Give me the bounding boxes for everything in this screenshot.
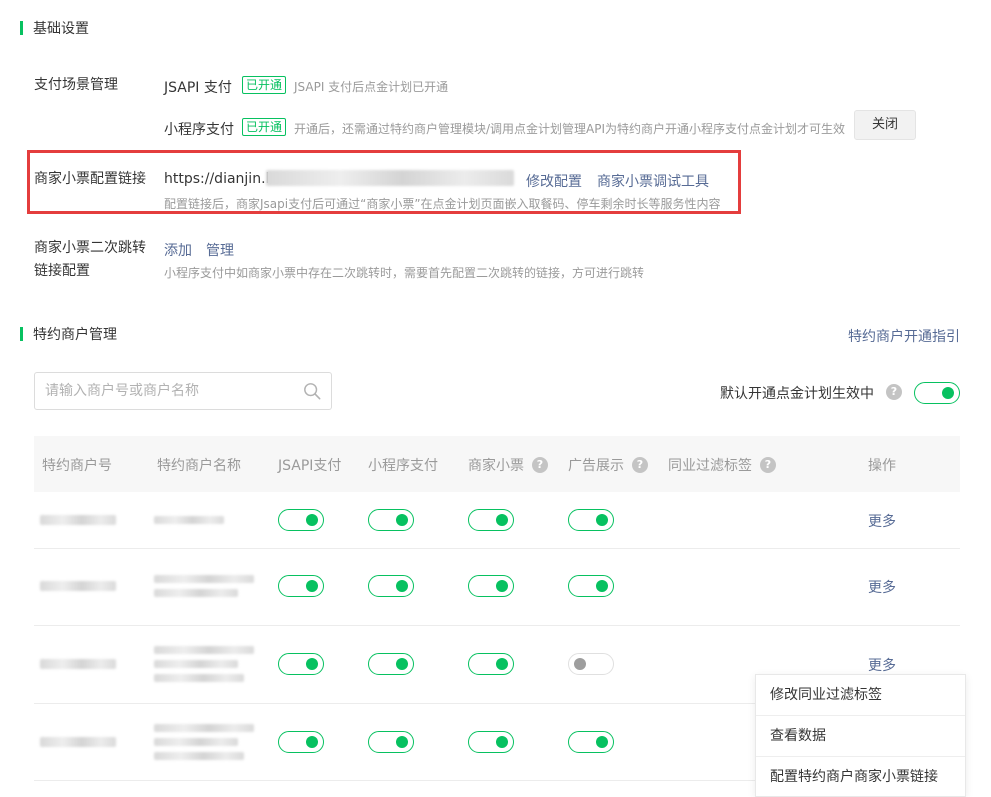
redacted-merchant-id	[40, 659, 116, 669]
redacted-merchant-name	[154, 516, 224, 524]
redacted-merchant-name	[154, 575, 254, 583]
toggle-knob	[496, 658, 508, 670]
redacted-merchant-id	[40, 737, 116, 747]
more-actions-menu: 修改同业过滤标签 查看数据 配置特约商户商家小票链接	[755, 674, 966, 797]
toggle-jsapi[interactable]	[278, 575, 324, 597]
pay-scene-label: 支付场景管理	[34, 77, 118, 93]
toggle-knob	[496, 514, 508, 526]
search-icon[interactable]	[303, 382, 321, 400]
toggle-knob	[574, 658, 586, 670]
toggle-knob	[942, 387, 954, 399]
redacted-merchant-id	[40, 515, 116, 525]
merchant-guide-link[interactable]: 特约商户开通指引	[848, 326, 960, 346]
menu-item-modify-industry-filter[interactable]: 修改同业过滤标签	[756, 675, 965, 716]
th-merchant-id: 特约商户号	[42, 458, 112, 474]
secondary-jump-label-line2: 链接配置	[34, 263, 90, 279]
toggle-receipt[interactable]	[468, 653, 514, 675]
toggle-knob	[306, 658, 318, 670]
help-icon[interactable]: ?	[532, 457, 548, 473]
toggle-ad[interactable]	[568, 653, 614, 675]
help-icon[interactable]: ?	[632, 457, 648, 473]
add-secondary-jump-link[interactable]: 添加	[164, 240, 192, 260]
toggle-knob	[306, 736, 318, 748]
receipt-debug-tool-link[interactable]: 商家小票调试工具	[597, 171, 709, 191]
manage-secondary-jump-link[interactable]: 管理	[206, 240, 234, 260]
more-actions-link[interactable]: 更多	[868, 511, 896, 531]
toggle-miniprogram[interactable]	[368, 509, 414, 531]
basic-settings-header: 基础设置	[20, 20, 89, 37]
toggle-miniprogram[interactable]	[368, 731, 414, 753]
receipt-link-hint: 配置链接后，商家Jsapi支付后可通过“商家小票”在点金计划页面嵌入取餐码、停车…	[164, 197, 721, 211]
close-miniprogram-button[interactable]: 关闭	[854, 110, 916, 140]
redacted-merchant-name	[154, 646, 254, 654]
toggle-knob	[596, 736, 608, 748]
secondary-jump-label-line1: 商家小票二次跳转	[34, 240, 146, 256]
th-industry-filter: 同业过滤标签?	[668, 455, 776, 475]
redacted-merchant-name	[154, 589, 238, 597]
th-action: 操作	[868, 458, 896, 474]
jsapi-pay-name: JSAPI 支付	[164, 80, 232, 96]
jsapi-status-badge: 已开通	[242, 76, 287, 94]
modify-config-link[interactable]: 修改配置	[526, 171, 582, 191]
th-jsapi: JSAPI支付	[278, 458, 342, 474]
redacted-merchant-name	[154, 660, 238, 668]
toggle-jsapi[interactable]	[278, 731, 324, 753]
redacted-url-area	[266, 170, 514, 186]
secondary-jump-hint: 小程序支付中如商家小票中存在二次跳转时，需要首先配置二次跳转的链接，方可进行跳转	[164, 266, 645, 280]
receipt-link-label: 商家小票配置链接	[34, 171, 146, 187]
redacted-merchant-id	[40, 581, 116, 591]
default-dianjin-toggle[interactable]	[914, 382, 960, 404]
toggle-receipt[interactable]	[468, 509, 514, 531]
merchant-mgmt-header: 特约商户管理	[20, 326, 117, 343]
row-divider	[34, 548, 960, 549]
toggle-knob	[396, 514, 408, 526]
toggle-knob	[306, 580, 318, 592]
basic-settings-title: 基础设置	[33, 21, 89, 37]
th-ad: 广告展示?	[568, 455, 648, 475]
merchant-search-input[interactable]	[35, 373, 285, 409]
row-divider	[34, 625, 960, 626]
help-icon[interactable]: ?	[760, 457, 776, 473]
redacted-merchant-name	[154, 738, 238, 746]
th-receipt: 商家小票?	[468, 455, 548, 475]
toggle-ad[interactable]	[568, 575, 614, 597]
th-miniprogram: 小程序支付	[368, 458, 438, 474]
toggle-knob	[396, 736, 408, 748]
th-merchant-name: 特约商户名称	[157, 458, 241, 474]
menu-item-view-data[interactable]: 查看数据	[756, 716, 965, 757]
menu-item-config-receipt-link[interactable]: 配置特约商户商家小票链接	[756, 757, 965, 797]
toggle-knob	[596, 580, 608, 592]
toggle-jsapi[interactable]	[278, 509, 324, 531]
jsapi-hint: JSAPI 支付后点金计划已开通	[294, 80, 449, 94]
more-actions-link[interactable]: 更多	[868, 655, 896, 675]
toggle-ad[interactable]	[568, 509, 614, 531]
toggle-knob	[396, 580, 408, 592]
toggle-receipt[interactable]	[468, 575, 514, 597]
merchant-mgmt-title: 特约商户管理	[33, 327, 117, 343]
toggle-knob	[596, 514, 608, 526]
miniprogram-pay-name: 小程序支付	[164, 122, 234, 138]
toggle-knob	[496, 736, 508, 748]
toggle-knob	[496, 580, 508, 592]
toggle-miniprogram[interactable]	[368, 653, 414, 675]
more-actions-link[interactable]: 更多	[868, 577, 896, 597]
merchant-search-box	[34, 372, 332, 410]
redacted-merchant-name	[154, 752, 244, 760]
toggle-jsapi[interactable]	[278, 653, 324, 675]
section-accent-bar	[20, 21, 23, 35]
toggle-receipt[interactable]	[468, 731, 514, 753]
toggle-ad[interactable]	[568, 731, 614, 753]
help-icon[interactable]: ?	[886, 384, 902, 400]
toggle-knob	[396, 658, 408, 670]
miniprogram-hint: 开通后，还需通过特约商户管理模块/调用点金计划管理API为特约商户开通小程序支付…	[294, 122, 846, 136]
toggle-miniprogram[interactable]	[368, 575, 414, 597]
toggle-knob	[306, 514, 318, 526]
redacted-merchant-name	[154, 674, 244, 682]
redacted-merchant-name	[154, 724, 254, 732]
miniprogram-status-badge: 已开通	[242, 118, 287, 136]
default-toggle-label: 默认开通点金计划生效中	[720, 386, 874, 402]
section-accent-bar	[20, 327, 23, 341]
